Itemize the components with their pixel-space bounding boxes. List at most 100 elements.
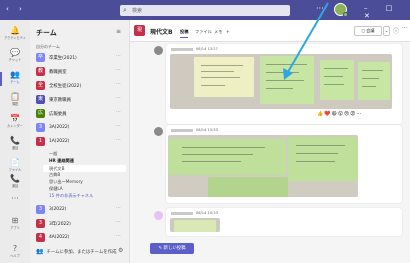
like-reaction-icon[interactable]: 👍 <box>317 111 323 117</box>
more-reactions-icon[interactable]: ··· <box>356 111 361 117</box>
search-input[interactable]: ⌕ 検索 <box>120 5 290 16</box>
sticky-note <box>358 62 390 100</box>
rail-item-apps[interactable]: ⊞ アプリ <box>0 214 30 236</box>
team-name: 広報委員 <box>49 112 67 117</box>
more-options-icon[interactable]: ··· <box>116 81 121 87</box>
post-meta: 06/14 14:33 <box>171 211 218 215</box>
channel-item[interactable]: 現代文B <box>43 165 126 172</box>
team-item[interactable]: 教教職員室 ··· <box>34 66 126 78</box>
more-options-icon[interactable]: ··· <box>116 233 121 239</box>
team-item[interactable]: 全全校生徒(2022) ··· <box>34 80 126 92</box>
more-options-icon[interactable]: ··· <box>116 123 121 129</box>
calendar-icon: 📅 <box>10 114 20 123</box>
rail-item-teams[interactable]: 👥 チーム <box>0 68 30 90</box>
post[interactable]: 06/14 14:33 <box>166 208 402 236</box>
reaction-bar[interactable]: 👍❤️😆😮😢😡··· <box>317 111 377 119</box>
sad-reaction-icon[interactable]: 😢 <box>344 111 349 117</box>
team-item[interactable]: 1 1A(2022) ··· <box>34 136 126 148</box>
more-options-icon[interactable]: ··· <box>116 205 121 211</box>
team-avatar: 卒 <box>36 53 45 62</box>
channel-avatar: 現 <box>134 25 145 36</box>
rail-item-assignments[interactable]: 📋 課題 <box>0 90 30 112</box>
more-options-icon[interactable]: ··· <box>116 53 121 59</box>
more-options-icon[interactable]: ··· <box>116 95 121 101</box>
team-item[interactable]: 3 3(2022) ··· <box>34 204 126 216</box>
settings-icon[interactable]: ⚙ <box>118 247 123 254</box>
team-name: 全校生徒(2022) <box>49 84 82 89</box>
more-options-icon[interactable]: ··· <box>116 67 121 73</box>
my-teams-section-label: 自分のチーム <box>36 44 60 49</box>
nav-arrows[interactable]: ‹ › <box>6 5 26 13</box>
channel-item[interactable]: HR 連絡関連 <box>49 158 74 164</box>
sticky-notes-photo[interactable] <box>170 218 220 232</box>
hidden-channels-link[interactable]: 15 件の非表示チャネル <box>49 193 93 199</box>
team-avatar: 3 <box>36 123 45 132</box>
people-add-icon: 👥 <box>36 248 44 255</box>
post-author-name <box>171 211 193 215</box>
channel-item[interactable]: 保健LA <box>49 186 63 192</box>
post-author-avatar[interactable] <box>154 211 163 220</box>
teams-panel-title: チーム <box>36 29 57 37</box>
heart-reaction-icon[interactable]: ❤️ <box>324 111 330 117</box>
more-apps-icon: ··· <box>11 194 19 203</box>
rail-item-calls[interactable]: 📞 通話 <box>0 134 30 156</box>
help-icon: ? <box>12 244 18 253</box>
meet-button[interactable]: ◻ 会議 <box>354 26 382 36</box>
info-icon[interactable]: ⓘ <box>393 26 399 35</box>
rail-item-call[interactable]: 📞 通話 <box>0 172 30 194</box>
tab-files[interactable]: ファイル <box>195 29 212 35</box>
team-name: 3年(2022) <box>49 222 71 227</box>
surprised-reaction-icon[interactable]: 😮 <box>338 111 343 117</box>
sticky-notes-photo[interactable] <box>168 135 358 197</box>
join-or-create-team-link[interactable]: 👥 チームに参加、またはチームを作成 <box>36 248 116 255</box>
more-options-icon[interactable]: ··· <box>316 4 324 13</box>
rail-item-chat[interactable]: 💬 チャット <box>0 46 30 68</box>
tab-add[interactable]: + <box>226 29 230 34</box>
rail-item-calendar[interactable]: 📅 カレンダー <box>0 112 30 134</box>
sticky-notes-photo[interactable] <box>170 54 392 109</box>
post-meta: 06/14 13:33 <box>171 128 218 132</box>
chevron-down-icon[interactable]: ⌄ <box>383 26 390 36</box>
team-item[interactable]: 4 4A(2022) ··· <box>34 232 126 244</box>
search-icon: ⌕ <box>123 6 127 14</box>
more-options-icon[interactable]: ··· <box>116 219 121 225</box>
rail-item-label: 通話 <box>11 146 19 150</box>
more-options-icon[interactable]: ··· <box>116 137 121 143</box>
post-timestamp: 06/14 13:27 <box>196 47 218 51</box>
rail-item-label: アクティビティ <box>4 36 26 40</box>
channel-item[interactable]: 一般 <box>49 151 57 157</box>
team-item[interactable]: 広広報委員 ··· <box>34 108 126 120</box>
channel-header: 現 現代文B 投稿 ファイル メモ + ◻ 会議 ⌄ ⓘ ··· <box>130 20 410 42</box>
laugh-reaction-icon[interactable]: 😆 <box>331 111 336 117</box>
post-author-avatar[interactable] <box>154 127 163 136</box>
team-item[interactable]: 3 3年(2022) ··· <box>34 218 126 230</box>
rail-item-more-apps[interactable]: ··· <box>0 192 30 214</box>
join-team-label: チームに参加、またはチームを作成 <box>46 250 117 255</box>
rail-item-bell[interactable]: 🔔 アクティビティ <box>0 24 30 46</box>
apps-icon: ⊞ <box>11 216 19 225</box>
channel-item[interactable]: 思い出～Memory <box>49 179 83 185</box>
channel-name: 現代文B <box>150 29 173 36</box>
post[interactable]: 06/14 13:33 <box>166 125 402 203</box>
sticky-note <box>208 177 288 197</box>
team-item[interactable]: 東東京教職員 ··· <box>34 94 126 106</box>
filter-icon[interactable]: ≡ <box>116 28 121 35</box>
post-timestamp: 06/14 13:33 <box>196 128 218 132</box>
tab-notes[interactable]: メモ <box>214 29 222 35</box>
post-author-name <box>171 128 193 132</box>
team-avatar: 全 <box>36 81 45 90</box>
channel-main: 現 現代文B 投稿 ファイル メモ + ◻ 会議 ⌄ ⓘ ··· 06/14 1… <box>130 20 410 263</box>
angry-reaction-icon[interactable]: 😡 <box>350 111 355 117</box>
team-item[interactable]: 3 3A(2022) ··· <box>34 122 126 134</box>
tab-posts[interactable]: 投稿 <box>180 29 189 38</box>
post-author-avatar[interactable] <box>154 46 163 55</box>
team-item[interactable]: 卒卒業生(2021) ··· <box>34 52 126 64</box>
new-post-button[interactable]: ✎ 新しい投稿 <box>150 243 194 254</box>
more-options-icon[interactable]: ··· <box>116 109 121 115</box>
window-controls[interactable]: – □ ✕ <box>364 4 410 20</box>
more-options-icon[interactable]: ··· <box>402 25 408 32</box>
rail-item-help[interactable]: ? ヘルプ <box>0 242 30 263</box>
channel-item[interactable]: 古典B <box>49 172 60 178</box>
search-placeholder: 検索 <box>132 8 143 14</box>
team-avatar: 3 <box>36 205 45 214</box>
